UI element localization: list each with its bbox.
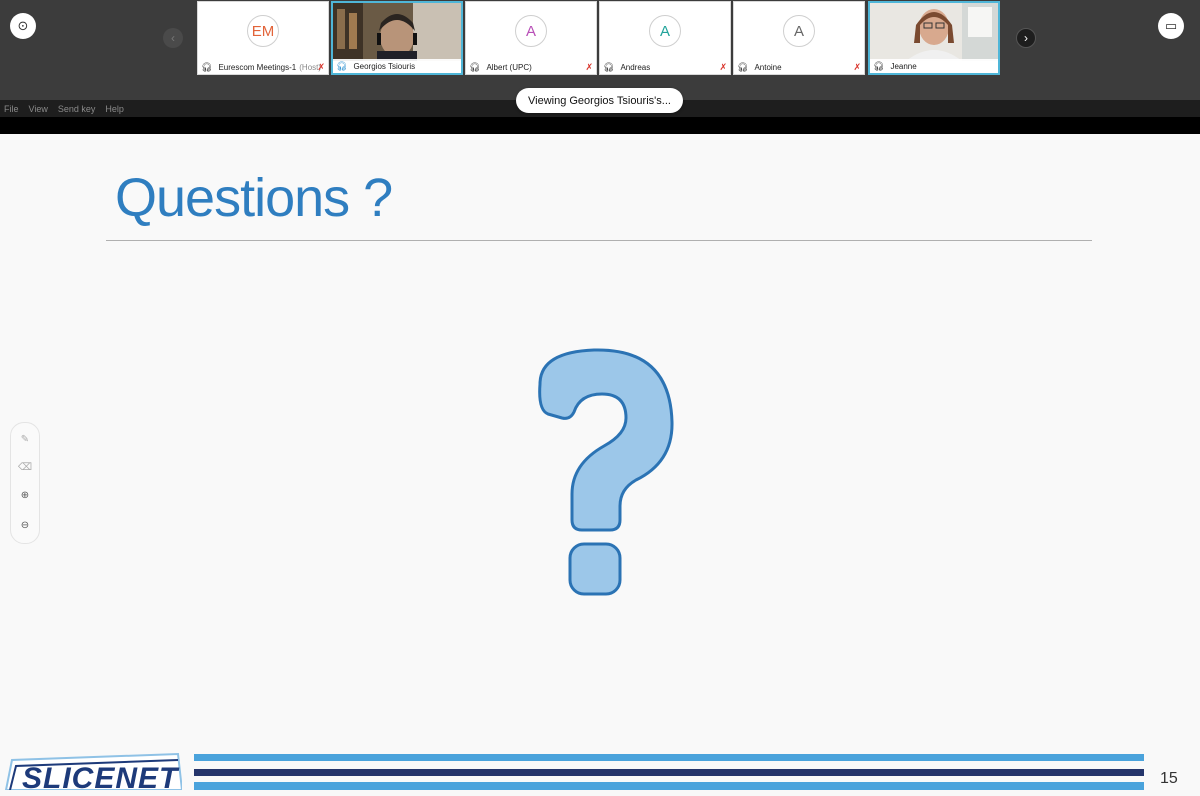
footer-stripe (194, 769, 1144, 776)
participant-name: Georgios Tsiouris (353, 61, 416, 71)
zoom-out-icon[interactable]: ⊖ (17, 517, 33, 533)
divider (0, 117, 1200, 134)
mic-muted-icon[interactable]: ✗ (317, 62, 325, 73)
participant-tile-video[interactable]: 🎧︎ Georgios Tsiouris (331, 1, 463, 75)
viewing-indicator: Viewing Georgios Tsiouris's... (516, 88, 683, 113)
logo-text: SLICENET (22, 762, 179, 795)
participant-tile[interactable]: EM 🎧︎ Eurescom Meetings-1 (Host) ✗ (197, 1, 329, 75)
participant-namebar: 🎧︎ Antoine ✗ (734, 60, 864, 74)
participant-tile[interactable]: A 🎧︎ Antoine ✗ (733, 1, 865, 75)
participant-video (870, 3, 998, 61)
participant-name: Albert (UPC) (486, 62, 532, 72)
chevron-right-icon[interactable]: › (1016, 28, 1036, 48)
menu-help[interactable]: Help (105, 104, 124, 114)
menu-send-key[interactable]: Send key (58, 104, 96, 114)
zoom-in-icon[interactable]: ⊕ (17, 487, 33, 503)
page-number: 15 (1160, 770, 1178, 787)
participant-name: Eurescom Meetings-1 (218, 62, 297, 72)
mic-muted-icon[interactable]: ✗ (853, 62, 861, 73)
participant-video (333, 3, 461, 61)
mic-muted-icon[interactable]: ✗ (585, 62, 593, 73)
footer-stripe (194, 754, 1144, 761)
participant-tile-video[interactable]: 🎧︎ Jeanne (868, 1, 1000, 75)
participant-namebar: 🎧︎ Eurescom Meetings-1 (Host) ✗ (198, 60, 328, 74)
participant-name: Jeanne (890, 61, 917, 71)
headset-icon: 🎧︎ (737, 61, 749, 72)
participant-name: Andreas (620, 62, 651, 72)
avatar: A (649, 15, 681, 47)
mic-muted-icon[interactable]: ✗ (719, 62, 727, 73)
menu-file[interactable]: File (4, 104, 19, 114)
headset-icon: 🎧︎ (603, 61, 615, 72)
footer-stripe (194, 782, 1144, 790)
chevron-left-icon[interactable]: ‹ (163, 28, 183, 48)
participant-namebar: 🎧︎ Andreas ✗ (600, 60, 730, 74)
headset-icon: 🎧︎ (201, 61, 213, 72)
shared-slide: Questions ? ✎ ⌫ ⊕ ⊖ SLICENET 15 (0, 134, 1200, 795)
participants-bar: ⊙ ‹ EM 🎧︎ Eurescom Meetings-1 (Host) ✗ 🎧… (0, 0, 1200, 100)
target-icon[interactable]: ⊙ (10, 13, 36, 39)
avatar: EM (247, 15, 279, 47)
participant-namebar: 🎧︎ Georgios Tsiouris (333, 59, 461, 73)
participant-name: Antoine (754, 62, 782, 72)
avatar: A (515, 15, 547, 47)
annotation-toolbar: ✎ ⌫ ⊕ ⊖ (10, 422, 40, 544)
participant-tile[interactable]: A 🎧︎ Albert (UPC) ✗ (465, 1, 597, 75)
participant-namebar: 🎧︎ Albert (UPC) ✗ (466, 60, 596, 74)
headset-icon: 🎧︎ (469, 61, 481, 72)
title-rule (106, 240, 1092, 241)
participant-tile[interactable]: A 🎧︎ Andreas ✗ (599, 1, 731, 75)
window-icon[interactable]: ▭ (1158, 13, 1184, 39)
avatar: A (783, 15, 815, 47)
menu-view[interactable]: View (29, 104, 48, 114)
slicenet-logo: SLICENET (2, 752, 182, 795)
slide-title: Questions ? (115, 168, 393, 228)
headset-icon: 🎧︎ (336, 60, 348, 71)
question-mark-graphic (538, 348, 674, 596)
eraser-icon[interactable]: ⌫ (17, 459, 33, 475)
participant-namebar: 🎧︎ Jeanne (870, 59, 998, 73)
pen-icon[interactable]: ✎ (17, 431, 33, 447)
headset-icon: 🎧︎ (873, 60, 885, 71)
